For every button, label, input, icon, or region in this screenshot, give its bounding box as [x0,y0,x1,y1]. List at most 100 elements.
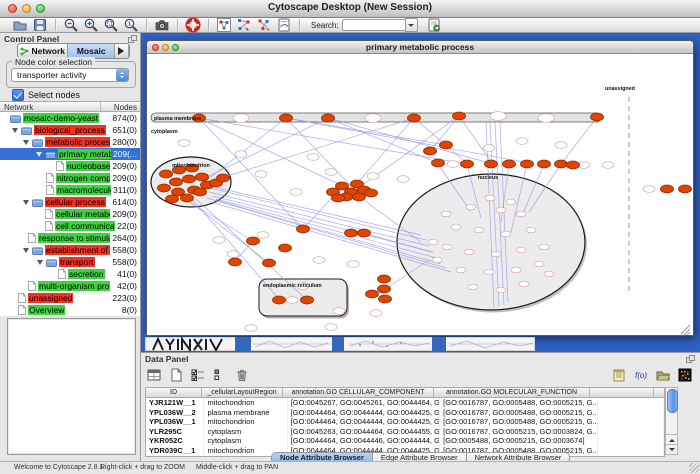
selected-gene-node[interactable] [378,285,391,293]
expand-arrow-icon[interactable] [12,128,18,136]
gene-node[interactable] [370,310,382,317]
window-resize-grip[interactable] [681,325,690,335]
table-row[interactable]: YJR121W__1mitochondrion[GO:0045267, GO:0… [146,398,664,408]
gene-node[interactable] [442,244,452,250]
selected-gene-node[interactable] [263,259,276,267]
tree-row[interactable]: response to stimulu264(0) [0,232,140,244]
gene-node[interactable] [255,171,267,178]
birdseye-overview[interactable] [7,318,136,455]
selected-gene-node[interactable] [194,188,207,196]
gene-node[interactable] [333,308,345,315]
tree-row[interactable]: cellular process614(0) [0,196,140,208]
network-canvas[interactable]: plasma membranecytoplasmmitochondrionnuc… [147,54,693,335]
tree-row[interactable]: transport558(0) [0,256,140,268]
unselect-attributes-icon[interactable] [211,366,229,384]
selected-gene-node[interactable] [555,160,568,168]
attribute-matrix-icon[interactable] [676,366,694,384]
tree-row[interactable]: establishment of lo558(0) [0,244,140,256]
selected-gene-node[interactable] [160,170,173,178]
selected-gene-node[interactable] [345,229,358,237]
selected-gene-node[interactable] [181,194,194,202]
tree-row[interactable]: cellular metabol209(0) [0,208,140,220]
selected-gene-node[interactable] [503,160,516,168]
network-edge[interactable] [328,118,493,164]
save-icon[interactable] [31,18,49,32]
gene-node[interactable] [516,138,528,145]
gene-node[interactable] [485,195,495,201]
network-window-titlebar[interactable]: primary metabolic process [147,41,693,54]
gene-node[interactable] [464,249,474,255]
zoom-in-icon[interactable] [82,18,100,32]
gene-node[interactable] [347,261,359,268]
selected-gene-node[interactable] [358,229,371,237]
table-scrollbar[interactable] [665,387,678,455]
tree-row[interactable]: mosaic-demo-yeast874(0) [0,112,140,124]
gene-node[interactable] [365,114,381,123]
selected-gene-node[interactable] [366,290,379,298]
network-edge[interactable] [205,118,328,178]
selected-gene-node[interactable] [365,189,378,197]
tree-row[interactable]: primary metabol209(... [0,148,140,160]
scroll-up-button[interactable] [666,434,677,444]
network-manager-icon[interactable] [215,18,233,32]
network-edge[interactable] [208,118,414,182]
gene-node[interactable] [367,173,379,180]
tree-column-nodes[interactable]: Nodes [100,102,140,111]
selected-gene-node[interactable] [196,173,209,181]
column-header[interactable]: ID [146,388,202,397]
help-lifesaver-icon[interactable] [184,18,202,32]
selected-gene-node[interactable] [379,295,392,303]
gene-node[interactable] [501,231,511,237]
gene-node[interactable] [428,239,438,245]
selected-gene-node[interactable] [353,193,366,201]
gene-node[interactable] [307,154,319,161]
selected-gene-node[interactable] [279,244,292,252]
tree-column-network[interactable]: Network [0,102,100,111]
gene-node[interactable] [555,142,567,149]
gene-node[interactable] [516,211,526,217]
selected-gene-node[interactable] [273,296,286,304]
gene-node[interactable] [290,189,302,196]
tree-row[interactable]: nucleobase-209(0) [0,160,140,172]
import-attributes-icon[interactable] [654,366,672,384]
gene-node[interactable] [397,176,409,183]
network-edge[interactable] [561,117,597,164]
selected-gene-node[interactable] [521,160,534,168]
gene-node[interactable] [602,162,614,169]
selected-gene-node[interactable] [297,225,310,233]
gene-node[interactable] [325,324,337,331]
table-row[interactable]: YPL036W__2plasma membrane[GO:0044464, GO… [146,408,664,418]
tree-row[interactable]: macromolecule311(0) [0,184,140,196]
attribute-grid-icon[interactable] [145,366,163,384]
search-dropdown-button[interactable] [405,18,418,32]
selected-gene-node[interactable] [661,185,674,193]
gene-node[interactable] [539,244,549,250]
snapshot-camera-icon[interactable] [153,18,171,32]
zoom-fit-icon[interactable] [102,18,120,32]
gene-node[interactable] [245,325,257,332]
selected-gene-node[interactable] [591,113,604,121]
zoom-out-icon[interactable] [62,18,80,32]
column-header[interactable]: annotation.GO CELLULAR_COMPONENT [283,388,434,397]
selected-gene-node[interactable] [378,275,391,283]
gene-node[interactable] [447,161,459,168]
expand-arrow-icon[interactable] [36,152,42,160]
selected-gene-node[interactable] [166,195,179,203]
tree-row[interactable]: unassigned223(0) [0,292,140,304]
selected-gene-node[interactable] [322,114,335,122]
gene-node[interactable] [534,261,544,267]
gene-node[interactable] [233,114,249,123]
tree-row[interactable]: nitrogen compo209(0) [0,172,140,184]
tab-network[interactable]: Network [18,44,68,58]
delete-attribute-icon[interactable] [233,366,251,384]
selected-gene-node[interactable] [229,258,242,266]
gene-node[interactable] [483,145,495,152]
expand-arrow-icon[interactable] [37,260,43,268]
expand-arrow-icon[interactable] [23,248,29,256]
tree-row[interactable]: cell communicat22(0) [0,220,140,232]
gene-node[interactable] [491,251,501,257]
network-window[interactable]: primary metabolic process plasma membran… [146,40,694,336]
scrollbar-thumb[interactable] [667,389,678,413]
select-nodes-checkbox[interactable] [12,89,24,101]
float-data-panel-icon[interactable] [686,355,694,362]
